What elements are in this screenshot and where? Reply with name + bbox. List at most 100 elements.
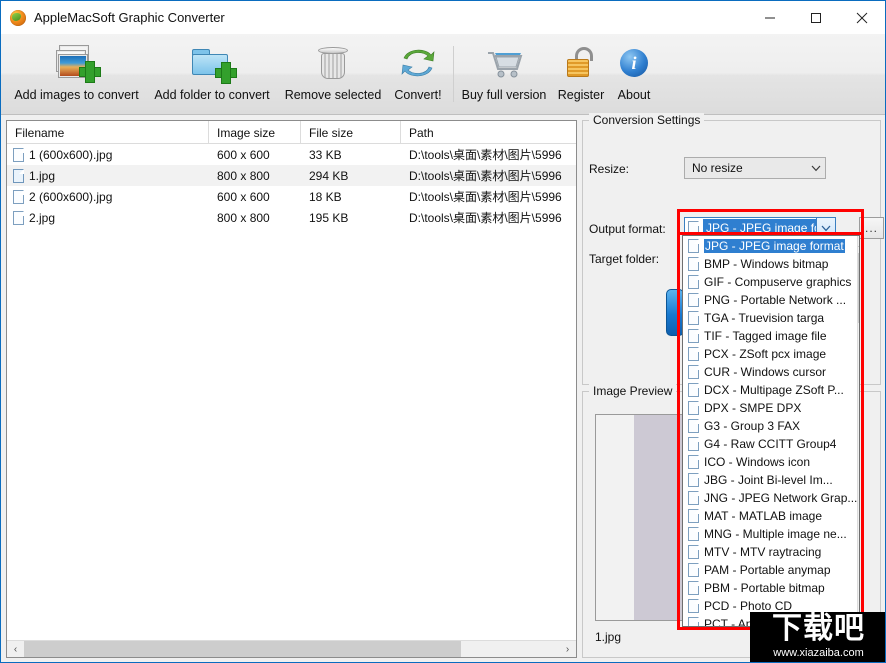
watermark-text: 下载吧 [772,612,865,646]
output-format-browse-button[interactable]: ... [859,217,884,239]
dropdown-scrollbar[interactable] [857,236,859,626]
scrollbar-track[interactable] [24,641,559,657]
dropdown-option[interactable]: JPG - JPEG image format [683,237,857,255]
dropdown-option-label: JNG - JPEG Network Grap... [704,491,858,505]
dropdown-option-label: ICO - Windows icon [704,455,811,469]
dropdown-option-label: JPG - JPEG image format [704,239,845,253]
document-icon [688,437,699,451]
dropdown-option[interactable]: GIF - Compuserve graphics [683,273,857,291]
document-icon [688,383,699,397]
scroll-up-arrow-icon[interactable] [858,236,859,253]
document-icon [688,491,699,505]
chevron-down-icon [807,158,825,178]
dropdown-option[interactable]: JBG - Joint Bi-level Im... [683,471,857,489]
table-row[interactable]: 2.jpg 800 x 800 195 KB D:\tools\桌面\素材\图片… [7,207,576,228]
dropdown-option[interactable]: MNG - Multiple image ne... [683,525,857,543]
resize-select[interactable]: No resize [684,157,826,179]
register-button[interactable]: Register [553,38,609,112]
dropdown-option[interactable]: BMP - Windows bitmap [683,255,857,273]
dropdown-option[interactable]: G4 - Raw CCITT Group4 [683,435,857,453]
target-folder-label: Target folder: [589,252,660,266]
dropdown-option[interactable]: PNG - Portable Network ... [683,291,857,309]
dropdown-option[interactable]: ICO - Windows icon [683,453,857,471]
dropdown-option[interactable]: TIF - Tagged image file [683,327,857,345]
dropdown-option[interactable]: MAT - MATLAB image [683,507,857,525]
column-header-file-size[interactable]: File size [301,121,401,144]
buy-full-version-button[interactable]: Buy full version [457,38,551,112]
image-preview-title: Image Preview [589,384,677,398]
document-icon [13,168,24,183]
document-icon [688,257,699,271]
trash-icon [309,40,357,86]
file-list[interactable]: Filename Image size File size Path 1 (60… [6,120,577,658]
main-toolbar: Add images to convert Add folder to conv… [1,34,885,115]
preview-image [595,414,687,621]
dropdown-scrollbar-thumb[interactable] [858,253,859,323]
cell-image-size: 600 x 600 [217,147,270,162]
window-title: AppleMacSoft Graphic Converter [34,10,225,25]
shopping-cart-icon [480,40,528,86]
table-row[interactable]: 1 (600x600).jpg 600 x 600 33 KB D:\tools… [7,144,576,165]
document-icon [688,347,699,361]
cell-file-size: 33 KB [309,147,342,162]
scrollbar-thumb[interactable] [24,641,461,657]
document-icon [688,527,699,541]
about-button[interactable]: i About [611,38,657,112]
document-icon [688,401,699,415]
dropdown-option-label: PBM - Portable bitmap [704,581,825,595]
column-header-image-size[interactable]: Image size [209,121,301,144]
resize-value: No resize [692,161,743,175]
add-images-to-convert-button[interactable]: Add images to convert [5,38,148,112]
document-icon [688,455,699,469]
document-icon [13,189,24,204]
dropdown-option[interactable]: PCX - ZSoft pcx image [683,345,857,363]
cell-filename: 1.jpg [29,168,56,183]
output-format-dropdown-list[interactable]: JPG - JPEG image format BMP - Windows bit… [682,235,860,627]
table-row[interactable]: 2 (600x600).jpg 600 x 600 18 KB D:\tools… [7,186,576,207]
remove-selected-label: Remove selected [284,88,382,102]
dropdown-option[interactable]: TGA - Truevision targa [683,309,857,327]
cell-file-size: 18 KB [309,189,342,204]
add-folder-to-convert-button[interactable]: Add folder to convert [149,38,275,112]
document-icon [688,239,699,253]
toolbar-separator [453,46,454,102]
dropdown-option[interactable]: DPX - SMPE DPX [683,399,857,417]
scroll-left-arrow-icon[interactable]: ‹ [7,641,24,657]
resize-label: Resize: [589,162,630,176]
maximize-button[interactable] [793,1,839,34]
minimize-button[interactable] [747,1,793,34]
dropdown-option[interactable]: PAM - Portable anymap [683,561,857,579]
globe-icon [10,9,26,26]
dropdown-option[interactable]: JNG - JPEG Network Grap... [683,489,857,507]
document-icon [688,275,699,289]
application-window: AppleMacSoft Graphic Converter Add image… [0,0,886,663]
preview-filename: 1.jpg [595,630,622,644]
dropdown-option[interactable]: MTV - MTV raytracing [683,543,857,561]
close-button[interactable] [839,1,885,34]
dropdown-option-label: PCD - Photo CD [704,599,793,613]
dropdown-option[interactable]: G3 - Group 3 FAX [683,417,857,435]
about-label: About [617,88,651,102]
column-header-path[interactable]: Path [401,121,576,144]
cell-path: D:\tools\桌面\素材\图片\5996 [409,190,562,204]
horizontal-scrollbar[interactable]: ‹ › [7,640,576,657]
convert-button[interactable]: Convert! [390,38,446,112]
file-list-header: Filename Image size File size Path [7,121,576,144]
dropdown-option-label: G3 - Group 3 FAX [704,419,801,433]
table-row[interactable]: 1.jpg 800 x 800 294 KB D:\tools\桌面\素材\图片… [7,165,576,186]
dropdown-option[interactable]: DCX - Multipage ZSoft P... [683,381,857,399]
unlocked-padlock-icon [557,40,605,86]
remove-selected-button[interactable]: Remove selected [278,38,388,112]
dropdown-option-label: CUR - Windows cursor [704,365,827,379]
cell-filename: 2.jpg [29,210,56,225]
dropdown-option[interactable]: PBM - Portable bitmap [683,579,857,597]
document-icon [688,599,699,613]
info-icon: i [610,40,658,86]
convert-arrows-icon [394,40,442,86]
column-header-filename[interactable]: Filename [7,121,209,144]
dropdown-option[interactable]: CUR - Windows cursor [683,363,857,381]
cell-path: D:\tools\桌面\素材\图片\5996 [409,169,562,183]
scroll-right-arrow-icon[interactable]: › [559,641,576,657]
cell-path: D:\tools\桌面\素材\图片\5996 [409,148,562,162]
cell-path: D:\tools\桌面\素材\图片\5996 [409,211,562,225]
